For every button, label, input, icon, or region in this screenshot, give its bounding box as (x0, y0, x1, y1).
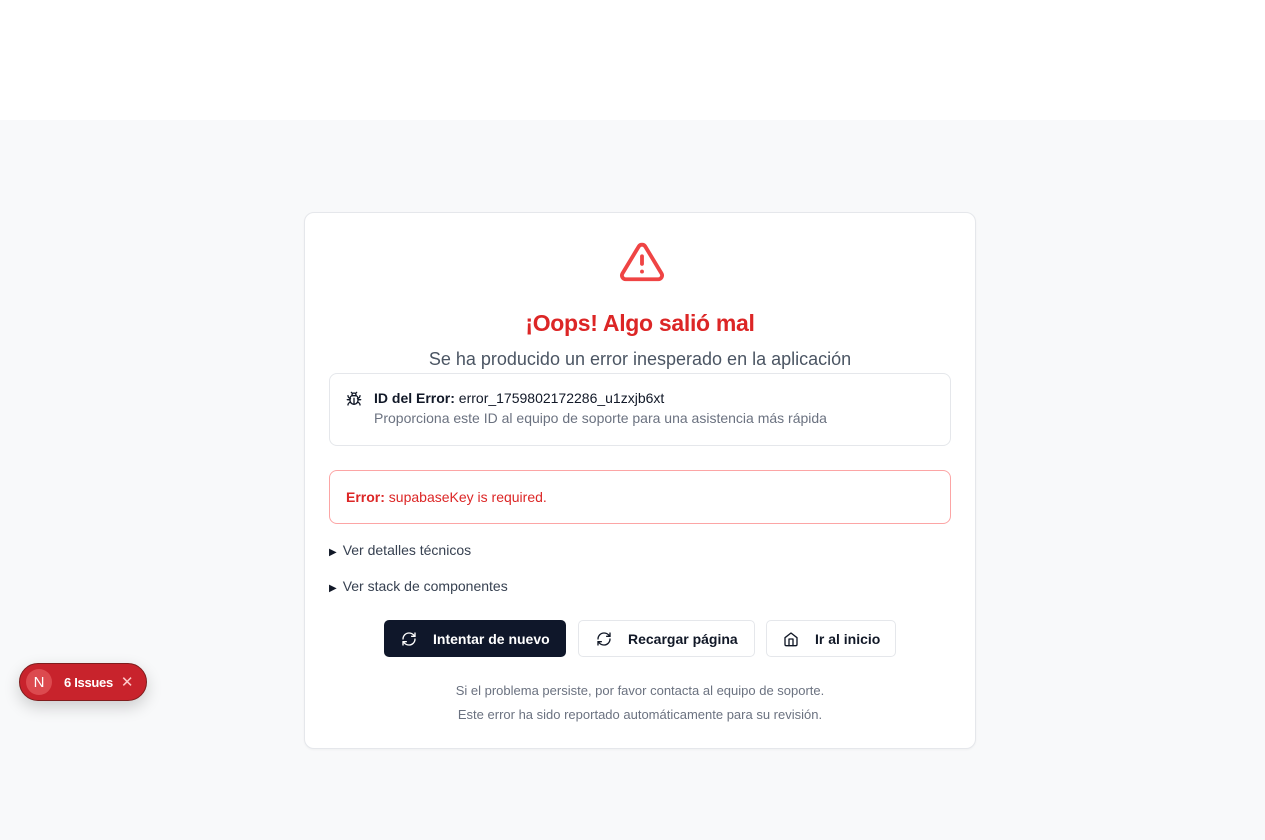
error-id-box: ID del Error: error_1759802172286_u1zxjb… (329, 373, 951, 446)
retry-button[interactable]: Intentar de nuevo (384, 620, 566, 657)
dev-issues-badge[interactable]: N 6 Issues ✕ (19, 663, 147, 701)
auto-report-note: Este error ha sido reportado automáticam… (457, 707, 823, 722)
retry-button-label: Intentar de nuevo (433, 630, 550, 647)
error-title: ¡Oops! Algo salió mal (525, 310, 755, 336)
refresh-icon (597, 631, 611, 646)
home-icon (784, 631, 798, 646)
go-home-button-label: Ir al inicio (815, 630, 881, 647)
error-id-value: error_1759802172286_u1zxjb6xt (458, 390, 665, 406)
close-icon[interactable]: ✕ (121, 673, 134, 691)
error-id-label: ID del Error: (374, 390, 455, 406)
error-card: ¡Oops! Algo salió mal Se ha producido un… (304, 212, 976, 749)
component-stack-toggle[interactable]: ▶ Ver stack de componentes (329, 578, 508, 594)
reload-page-button-label: Recargar página (628, 630, 738, 647)
reload-page-button[interactable]: Recargar página (578, 620, 755, 657)
technical-details-toggle[interactable]: ▶ Ver detalles técnicos (329, 542, 471, 558)
nextjs-logo-icon: N (26, 669, 52, 695)
warning-triangle-icon (620, 242, 664, 282)
error-message-line: Error: supabaseKey is required. (346, 489, 547, 505)
error-message: supabaseKey is required. (388, 489, 547, 505)
error-id-hint: Proporciona este ID al equipo de soporte… (374, 410, 827, 426)
support-note: Si el problema persiste, por favor conta… (455, 683, 825, 698)
go-home-button[interactable]: Ir al inicio (766, 620, 896, 657)
error-id-line: ID del Error: error_1759802172286_u1zxjb… (374, 390, 664, 406)
error-subtitle: Se ha producido un error inesperado en l… (428, 349, 852, 369)
triangle-right-icon: ▶ (329, 583, 337, 594)
top-header-area (0, 0, 1265, 120)
refresh-icon (402, 631, 416, 646)
triangle-right-icon: ▶ (329, 547, 337, 558)
bug-icon (346, 391, 362, 406)
error-message-box: Error: supabaseKey is required. (329, 470, 951, 524)
technical-details-label: Ver detalles técnicos (342, 542, 472, 558)
error-label: Error: (346, 489, 385, 505)
issues-count: 6 Issues (64, 674, 113, 690)
component-stack-label: Ver stack de componentes (342, 578, 508, 594)
